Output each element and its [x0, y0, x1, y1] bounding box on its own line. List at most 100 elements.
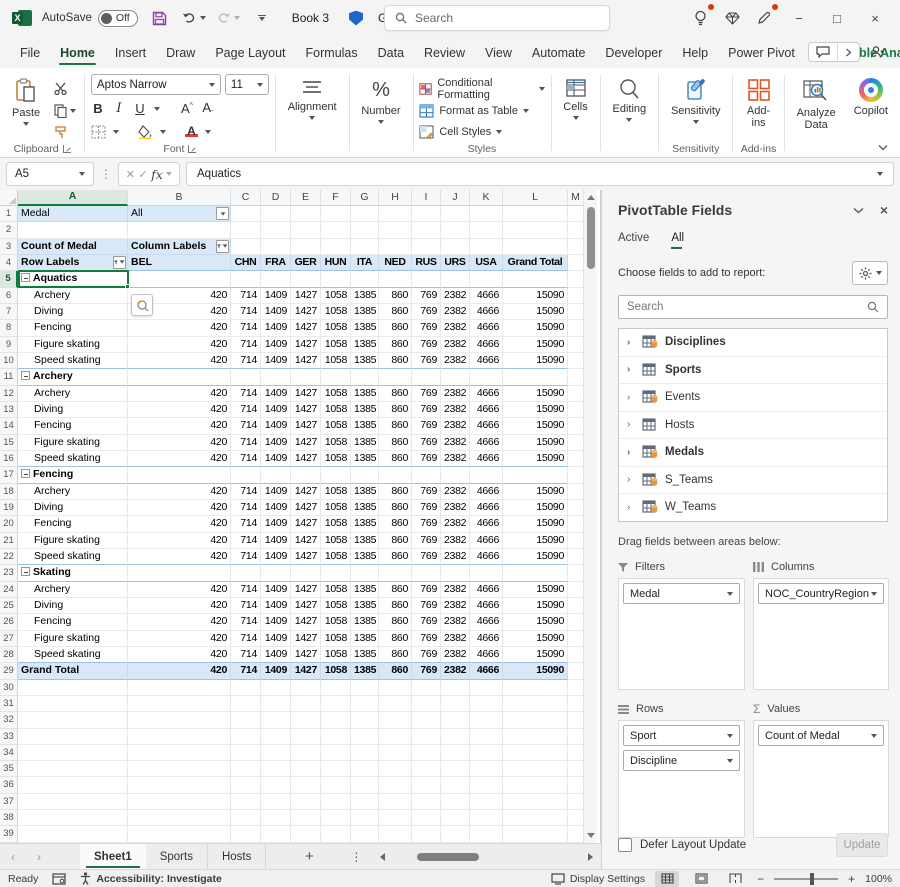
cell-J4[interactable]: URS — [441, 255, 470, 271]
cell-F36[interactable] — [321, 777, 351, 793]
page-layout-view-button[interactable] — [689, 871, 713, 887]
cell-H25[interactable]: 860 — [379, 598, 412, 614]
cell-L17[interactable] — [503, 467, 568, 483]
column-header-E[interactable]: E — [291, 190, 321, 206]
cell-K21[interactable]: 4666 — [470, 533, 503, 549]
expand-chevron-icon[interactable]: › — [627, 419, 635, 430]
font-name-select[interactable]: Aptos Narrow — [91, 74, 221, 95]
cell-D33[interactable] — [261, 729, 291, 745]
cell-M1[interactable] — [568, 206, 584, 222]
new-sheet-button[interactable]: + — [292, 844, 326, 869]
cell-B8[interactable]: 420 — [128, 320, 231, 336]
cell-I22[interactable]: 769 — [412, 549, 441, 565]
cell-J3[interactable] — [441, 239, 470, 255]
expand-chevron-icon[interactable]: › — [627, 364, 635, 375]
cell-L28[interactable]: 15090 — [503, 647, 568, 663]
cell-C14[interactable]: 714 — [231, 418, 261, 434]
cell-J30[interactable] — [441, 680, 470, 696]
cell-M17[interactable] — [568, 467, 584, 483]
cell-M12[interactable] — [568, 386, 584, 402]
row-header-5[interactable]: 5 — [0, 271, 18, 287]
cell-H15[interactable]: 860 — [379, 435, 412, 451]
cell-E33[interactable] — [291, 729, 321, 745]
cell-I34[interactable] — [412, 745, 441, 761]
cell-F11[interactable] — [321, 369, 351, 385]
cell-D39[interactable] — [261, 826, 291, 842]
field-table-sports[interactable]: ›Sports — [619, 357, 887, 385]
cell-C22[interactable]: 714 — [231, 549, 261, 565]
cell-L16[interactable]: 15090 — [503, 451, 568, 467]
cell-I9[interactable]: 769 — [412, 337, 441, 353]
cell-I25[interactable]: 769 — [412, 598, 441, 614]
undo-button[interactable] — [182, 6, 206, 30]
row-header-9[interactable]: 9 — [0, 337, 18, 353]
row-header-1[interactable]: 1 — [0, 206, 18, 222]
cell-A31[interactable] — [18, 696, 128, 712]
cell-M22[interactable] — [568, 549, 584, 565]
row-header-8[interactable]: 8 — [0, 320, 18, 336]
cell-G4[interactable]: ITA — [351, 255, 379, 271]
expand-formula-bar-chevron[interactable] — [877, 172, 883, 176]
cell-H3[interactable] — [379, 239, 412, 255]
cell-L8[interactable]: 15090 — [503, 320, 568, 336]
cell-C36[interactable] — [231, 777, 261, 793]
cell-G22[interactable]: 1385 — [351, 549, 379, 565]
cell-J27[interactable]: 2382 — [441, 631, 470, 647]
cell-G19[interactable]: 1385 — [351, 500, 379, 516]
row-header-3[interactable]: 3 — [0, 239, 18, 255]
cell-C11[interactable] — [231, 369, 261, 385]
cell-L23[interactable] — [503, 565, 568, 581]
cell-H30[interactable] — [379, 680, 412, 696]
cell-J2[interactable] — [441, 222, 470, 238]
cell-C29[interactable]: 714 — [231, 663, 261, 679]
cell-I10[interactable]: 769 — [412, 353, 441, 369]
field-table-hosts[interactable]: ›Hosts — [619, 412, 887, 440]
cell-K31[interactable] — [470, 696, 503, 712]
cell-H17[interactable] — [379, 467, 412, 483]
fields-options-gear-button[interactable] — [852, 261, 888, 285]
cell-E30[interactable] — [291, 680, 321, 696]
search-input[interactable]: Search — [384, 5, 610, 31]
cell-L10[interactable]: 15090 — [503, 353, 568, 369]
filter-applied-button[interactable] — [216, 240, 229, 253]
row-header-33[interactable]: 33 — [0, 729, 18, 745]
field-chip-discipline[interactable]: Discipline — [623, 750, 740, 771]
row-header-12[interactable]: 12 — [0, 386, 18, 402]
cell-I1[interactable] — [412, 206, 441, 222]
cell-K29[interactable]: 4666 — [470, 663, 503, 679]
cell-I17[interactable] — [412, 467, 441, 483]
cell-F38[interactable] — [321, 810, 351, 826]
cell-E4[interactable]: GER — [291, 255, 321, 271]
tab-help[interactable]: Help — [672, 40, 718, 68]
minimize-button[interactable]: − — [784, 4, 814, 32]
tab-review[interactable]: Review — [414, 40, 475, 68]
cell-L21[interactable]: 15090 — [503, 533, 568, 549]
cell-K5[interactable] — [470, 271, 503, 287]
row-header-19[interactable]: 19 — [0, 500, 18, 516]
row-header-38[interactable]: 38 — [0, 810, 18, 826]
row-header-35[interactable]: 35 — [0, 761, 18, 777]
cell-I13[interactable]: 769 — [412, 402, 441, 418]
cell-G28[interactable]: 1385 — [351, 647, 379, 663]
cell-J15[interactable]: 2382 — [441, 435, 470, 451]
cell-H23[interactable] — [379, 565, 412, 581]
row-header-15[interactable]: 15 — [0, 435, 18, 451]
cell-J10[interactable]: 2382 — [441, 353, 470, 369]
cell-G24[interactable]: 1385 — [351, 582, 379, 598]
cell-F32[interactable] — [321, 712, 351, 728]
cell-M36[interactable] — [568, 777, 584, 793]
cell-A39[interactable] — [18, 826, 128, 842]
row-header-32[interactable]: 32 — [0, 712, 18, 728]
cell-B30[interactable] — [128, 680, 231, 696]
zoom-out-button[interactable]: − — [757, 872, 764, 886]
cell-H24[interactable]: 860 — [379, 582, 412, 598]
cell-H33[interactable] — [379, 729, 412, 745]
cell-C39[interactable] — [231, 826, 261, 842]
cell-C2[interactable] — [231, 222, 261, 238]
fill-color-chevron[interactable] — [160, 130, 166, 134]
row-header-2[interactable]: 2 — [0, 222, 18, 238]
cell-I2[interactable] — [412, 222, 441, 238]
normal-view-button[interactable] — [655, 871, 679, 887]
cell-I32[interactable] — [412, 712, 441, 728]
cell-H21[interactable]: 860 — [379, 533, 412, 549]
